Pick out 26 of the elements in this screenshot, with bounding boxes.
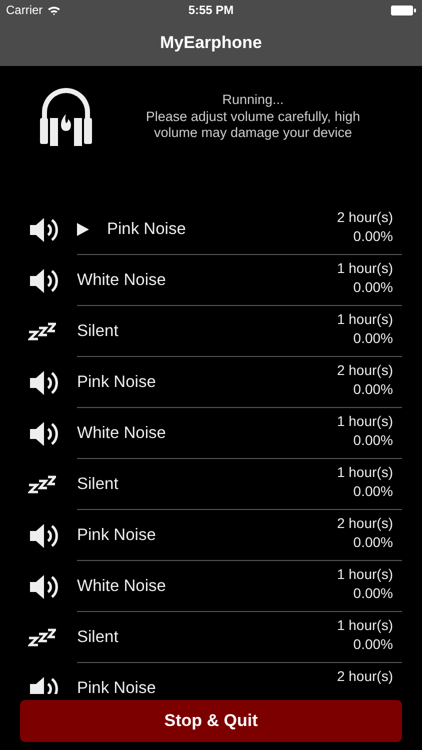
track-name: Silent bbox=[77, 628, 120, 646]
track-duration: 2 hour(s) bbox=[336, 514, 393, 533]
track-name: Pink Noise bbox=[77, 679, 157, 694]
warning-text: Please adjust volume carefully, high volume may damage your device bbox=[144, 108, 362, 142]
track-duration: 2 hour(s) bbox=[336, 361, 393, 380]
status-text: Running... bbox=[221, 92, 285, 108]
track-name: Pink Noise bbox=[77, 372, 157, 392]
track-name: Silent bbox=[77, 474, 120, 494]
carrier-label: Carrier bbox=[6, 3, 43, 17]
track-duration: 1 hour(s) bbox=[336, 565, 393, 584]
status-time: 5:55 PM bbox=[188, 3, 234, 17]
track-name: Pink Noise bbox=[77, 526, 157, 544]
track-name: White Noise bbox=[77, 270, 167, 290]
track-name: Silent bbox=[77, 322, 120, 340]
track-name: White Noise bbox=[77, 576, 167, 596]
track-duration: 2 hour(s) bbox=[336, 667, 393, 686]
track-duration: 1 hour(s) bbox=[336, 616, 393, 635]
track-progress: 0.00% bbox=[353, 635, 393, 654]
track-duration: 1 hour(s) bbox=[336, 412, 393, 431]
track-duration: 1 hour(s) bbox=[336, 310, 393, 329]
track-name: White Noise bbox=[77, 424, 167, 442]
track-duration: 2 hour(s) bbox=[336, 208, 393, 227]
track-duration: 1 hour(s) bbox=[336, 463, 393, 482]
nav-title: MyEarphone bbox=[160, 33, 262, 53]
track-name: Pink Noise bbox=[107, 220, 187, 238]
track-duration: 1 hour(s) bbox=[336, 259, 393, 278]
